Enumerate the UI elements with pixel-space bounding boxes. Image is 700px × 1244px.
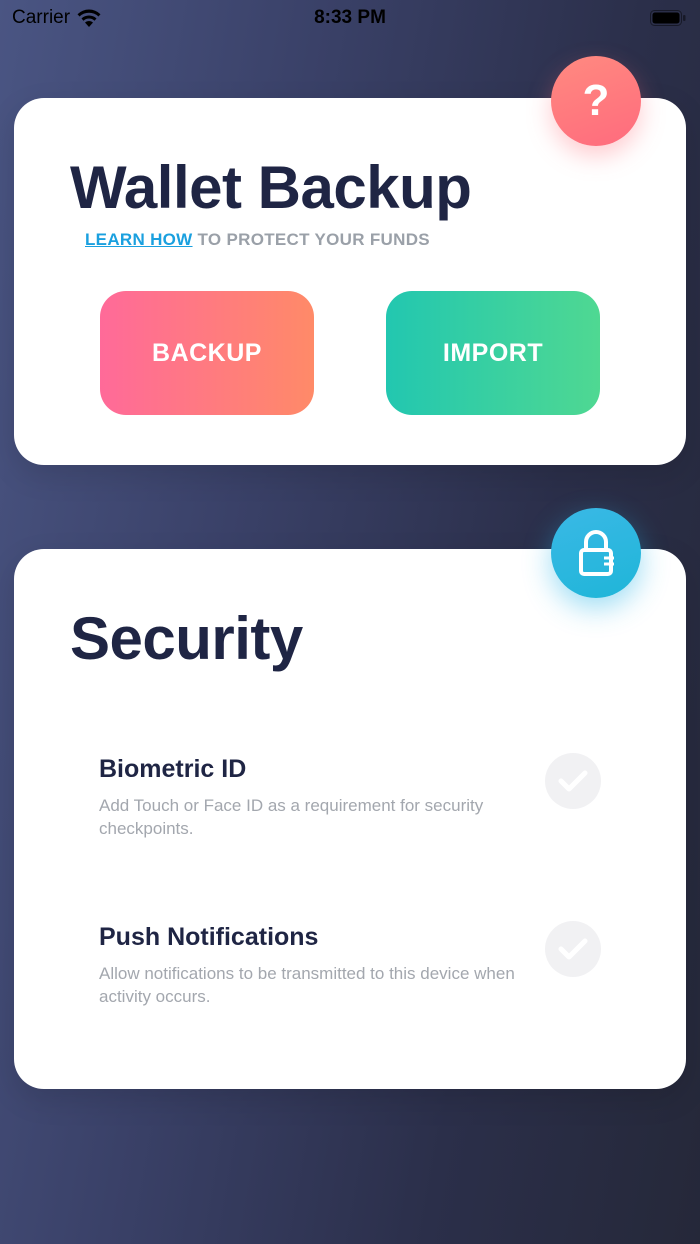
setting-biometric-id: Biometric ID Add Touch or Face ID as a r… — [99, 755, 619, 840]
security-lock-badge — [551, 508, 641, 598]
check-icon — [558, 770, 588, 792]
wallet-backup-card: Wallet Backup LEARN HOW TO PROTECT YOUR … — [14, 98, 686, 465]
status-bar: Carrier 8:33 PM — [0, 0, 700, 36]
question-mark-icon: ? — [582, 76, 610, 125]
subtitle-text: TO PROTECT YOUR FUNDS — [192, 230, 430, 249]
backup-button[interactable]: BACKUP — [100, 291, 314, 415]
security-card: Security Biometric ID Add Touch or Face … — [14, 549, 686, 1089]
wallet-backup-title: Wallet Backup — [70, 154, 472, 221]
check-icon — [558, 938, 588, 960]
setting-push-notifications: Push Notifications Allow notifications t… — [99, 923, 619, 1008]
setting-title: Biometric ID — [99, 755, 247, 783]
push-notifications-toggle[interactable] — [545, 921, 601, 977]
security-title: Security — [70, 605, 303, 672]
import-button[interactable]: IMPORT — [386, 291, 600, 415]
learn-how-link[interactable]: LEARN HOW — [85, 230, 193, 249]
setting-description: Add Touch or Face ID as a requirement fo… — [99, 796, 484, 838]
help-button[interactable]: ? — [551, 56, 641, 146]
clock: 8:33 PM — [314, 7, 386, 28]
battery-icon — [650, 10, 686, 26]
backup-subtitle: LEARN HOW TO PROTECT YOUR FUNDS — [85, 230, 430, 250]
setting-description: Allow notifications to be transmitted to… — [99, 964, 515, 1006]
setting-title: Push Notifications — [99, 923, 319, 951]
lock-icon — [579, 530, 614, 576]
biometric-toggle[interactable] — [545, 753, 601, 809]
